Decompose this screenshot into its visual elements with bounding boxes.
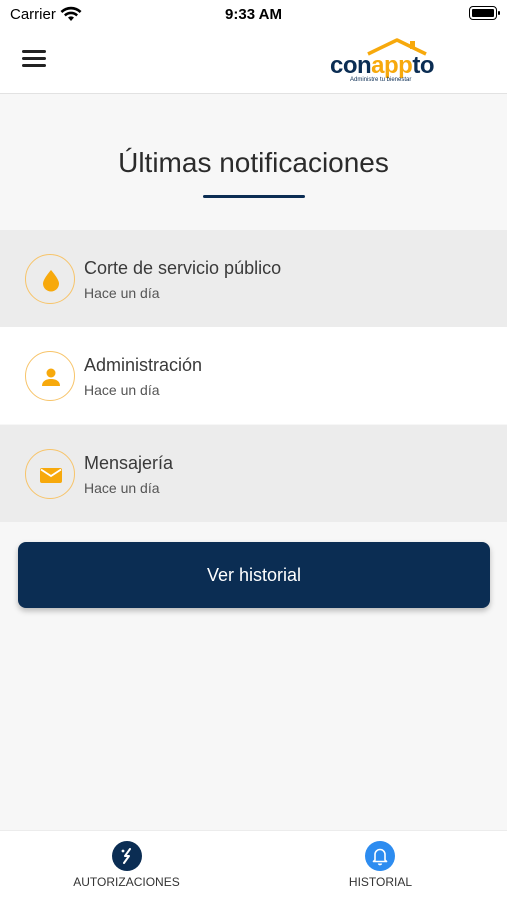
- status-bar: Carrier 9:33 AM: [0, 0, 507, 30]
- notification-item[interactable]: Corte de servicio público Hace un día: [0, 230, 507, 327]
- bell-icon: [365, 841, 395, 871]
- notification-title: Administración: [84, 355, 203, 375]
- notification-time: Hace un día: [84, 480, 160, 496]
- water-drop-icon: [25, 254, 75, 304]
- notification-item[interactable]: Administración Hace un día: [0, 327, 507, 424]
- tab-label: AUTORIZACIONES: [73, 875, 180, 889]
- notification-item[interactable]: Mensajería Hace un día: [0, 425, 507, 522]
- title-underline: [203, 195, 305, 198]
- battery-icon: [469, 6, 500, 20]
- main-content: Últimas notificaciones Corte de servicio…: [0, 95, 507, 830]
- view-history-button[interactable]: Ver historial: [18, 542, 490, 608]
- notification-title: Mensajería: [84, 453, 174, 473]
- person-icon: [25, 351, 75, 401]
- conappto-logo: conappto Administre tu bienestar: [330, 38, 440, 86]
- app-header: conappto Administre tu bienestar: [0, 30, 507, 94]
- authorization-icon: [112, 841, 142, 871]
- tab-autorizaciones[interactable]: AUTORIZACIONES: [0, 831, 253, 900]
- hamburger-menu-icon[interactable]: [22, 50, 48, 72]
- tab-label: HISTORIAL: [348, 875, 413, 889]
- bottom-tab-bar: AUTORIZACIONES HISTORIAL: [0, 830, 507, 900]
- notification-time: Hace un día: [84, 382, 160, 398]
- logo-wordmark: conappto: [330, 52, 434, 79]
- logo-tagline: Administre tu bienestar: [350, 77, 412, 83]
- notification-title: Corte de servicio público: [84, 258, 282, 278]
- notification-time: Hace un día: [84, 285, 160, 301]
- clock: 9:33 AM: [225, 6, 282, 23]
- envelope-icon: [25, 449, 75, 499]
- tab-historial[interactable]: HISTORIAL: [254, 831, 507, 900]
- page-title: Últimas notificaciones: [118, 147, 389, 178]
